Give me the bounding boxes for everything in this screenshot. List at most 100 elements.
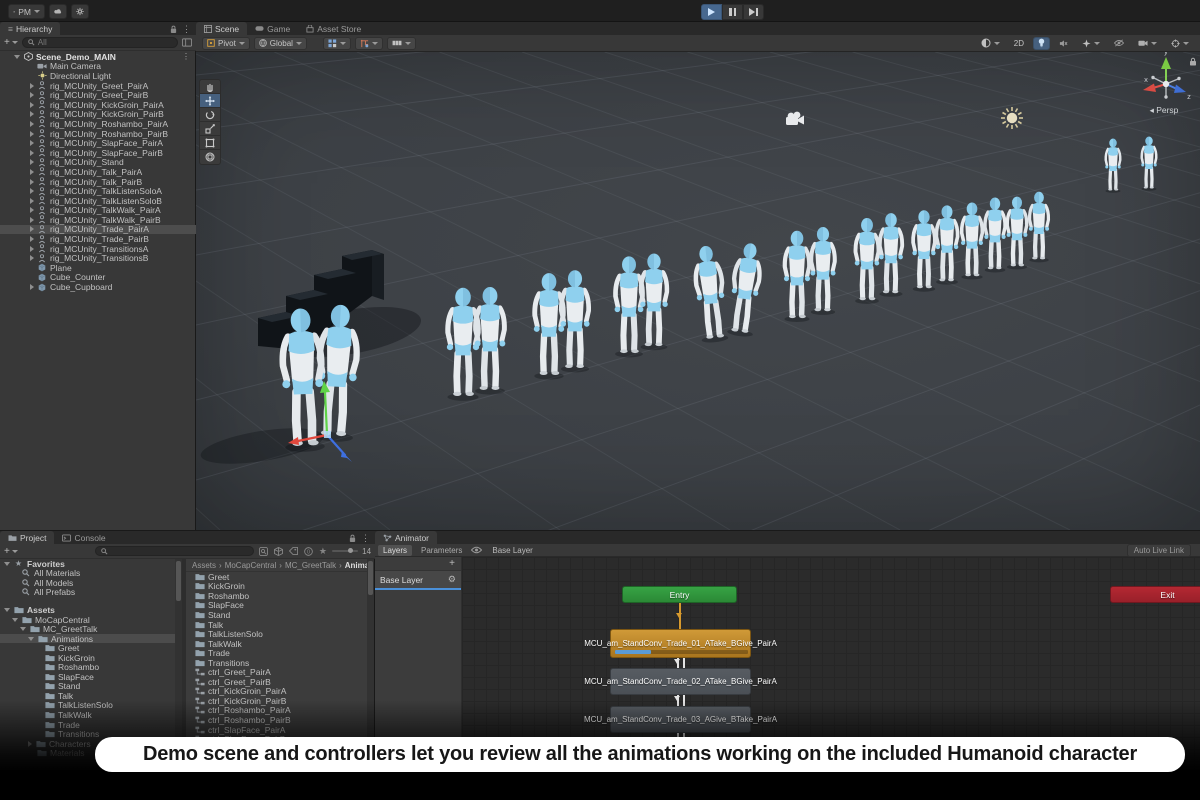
scene-visibility-icon[interactable] [182,38,192,47]
humanoid-figure[interactable] [879,213,903,297]
hierarchy-item-rig_MCUnity_Talk_PairA[interactable]: rig_MCUnity_Talk_PairA [0,167,196,177]
humanoid-figure[interactable] [640,254,668,351]
parameters-tab[interactable]: Parameters [416,545,467,556]
eye-icon[interactable] [471,546,482,554]
hierarchy-item-rig_MCUnity_Trade_PairB[interactable]: rig_MCUnity_Trade_PairB [0,234,196,244]
hierarchy-item-rig_MCUnity_TalkWalk_PairA[interactable]: rig_MCUnity_TalkWalk_PairA [0,206,196,216]
animator-breadcrumb[interactable]: Base Layer [492,546,532,555]
project-file-Greet[interactable]: Greet [186,572,374,582]
project-tree-item-Assets[interactable]: Assets [0,605,182,615]
expander-icon[interactable] [14,55,20,59]
hierarchy-item-rig_MCUnity_Roshambo_PairA[interactable]: rig_MCUnity_Roshambo_PairA [0,119,196,129]
breadcrumb-mc-greettalk[interactable]: MC_GreetTalk [285,561,336,570]
entry-state-node[interactable]: Entry [622,586,737,603]
hierarchy-search-input[interactable]: All [22,37,178,48]
package-icon[interactable] [273,546,284,556]
project-file-Talk[interactable]: Talk [186,620,374,630]
hierarchy-item-rig_MCUnity_Stand[interactable]: rig_MCUnity_Stand [0,158,196,168]
expander-icon[interactable] [30,179,34,185]
expander-icon[interactable] [30,169,34,175]
exit-state-node[interactable]: Exit [1110,586,1200,603]
hierarchy-item-Plane[interactable]: Plane [0,263,196,273]
humanoid-figure[interactable] [1141,137,1157,191]
transform-tool[interactable] [200,150,220,164]
breadcrumb-mocapcentral[interactable]: MoCapCentral [225,561,277,570]
persp-label[interactable]: ◂ Persp [1150,105,1179,115]
draw-mode-button[interactable] [976,37,1005,50]
lock-icon[interactable] [349,534,356,543]
humanoid-figure[interactable] [810,227,835,315]
humanoid-figure[interactable] [534,273,564,379]
expander-icon[interactable] [30,102,34,108]
label-tag-icon[interactable] [288,546,299,556]
project-tree-item-Roshambo[interactable]: Roshambo [0,662,182,672]
project-tree-item-All-Materials[interactable]: All Materials [0,569,182,579]
play-button[interactable] [701,4,722,20]
expander-icon[interactable] [30,198,34,204]
hierarchy-item-Main Camera[interactable]: Main Camera [0,62,196,72]
hierarchy-item-rig_MCUnity_SlapFace_PairB[interactable]: rig_MCUnity_SlapFace_PairB [0,148,196,158]
project-file-Roshambo[interactable]: Roshambo [186,591,374,601]
project-tree-item-All-Models[interactable]: All Models [0,578,182,588]
hierarchy-item-Cube_Counter[interactable]: Cube_Counter [0,273,196,283]
expander-icon[interactable] [30,83,34,89]
expander-icon[interactable] [30,188,34,194]
effects-button[interactable] [1077,37,1105,50]
project-tree-item-Animations[interactable]: Animations [0,634,182,644]
expander-icon[interactable] [30,217,34,223]
project-tree-item-KickGroin[interactable]: KickGroin [0,653,182,663]
expander-icon[interactable] [30,140,34,146]
humanoid-figure[interactable] [1105,139,1121,193]
expander-icon[interactable] [30,121,34,127]
lighting-toggle[interactable] [1033,37,1050,50]
project-file-SlapFace[interactable]: SlapFace [186,601,374,611]
project-tree-item-All-Prefabs[interactable]: All Prefabs [0,588,182,598]
tab-project[interactable]: Project [0,531,54,544]
tab-scene[interactable]: Scene [196,22,247,35]
hierarchy-item-rig_MCUnity_KickGroin_PairB[interactable]: rig_MCUnity_KickGroin_PairB [0,110,196,120]
expander-icon[interactable] [30,159,34,165]
humanoid-figure[interactable] [912,210,935,291]
project-file-TalkWalk[interactable]: TalkWalk [186,639,374,649]
expander-icon[interactable] [12,618,18,622]
project-tree-item-Greet[interactable]: Greet [0,643,182,653]
humanoid-figure[interactable] [855,218,879,304]
create-object-button[interactable]: + [4,37,18,48]
project-file-Stand[interactable]: Stand [186,610,374,620]
project-search-input[interactable] [95,546,254,556]
hierarchy-item-rig_MCUnity_Greet_PairA[interactable]: rig_MCUnity_Greet_PairA [0,81,196,91]
tab-game[interactable]: Game [247,22,298,35]
tool-settings-button[interactable] [387,37,416,50]
hierarchy-item-Directional Light[interactable]: Directional Light [0,71,196,81]
expander-icon[interactable] [30,92,34,98]
expander-icon[interactable] [4,562,10,566]
project-tree-item-Favorites[interactable]: ★Favorites [0,559,182,569]
grid-snap-button[interactable] [323,37,351,50]
hierarchy-item-rig_MCUnity_SlapFace_PairA[interactable]: rig_MCUnity_SlapFace_PairA [0,138,196,148]
project-file-Transitions[interactable]: Transitions [186,658,374,668]
pivot-button[interactable]: Pivot [202,37,250,50]
thumbnail-size-slider[interactable] [332,550,358,552]
hierarchy-scene-root[interactable]: Scene_Demo_MAIN⋮ [0,52,196,62]
expander-icon[interactable] [30,236,34,242]
sun-gizmo-icon[interactable] [1001,107,1023,129]
settings-button[interactable] [71,4,89,19]
humanoid-figure[interactable] [447,288,479,401]
scale-tool[interactable] [200,122,220,136]
project-file-ctrl_Greet_PairB[interactable]: ctrl_Greet_PairB [186,677,374,687]
kebab-menu-icon[interactable]: ⋮ [361,533,370,544]
hierarchy-item-rig_MCUnity_KickGroin_PairA[interactable]: rig_MCUnity_KickGroin_PairA [0,100,196,110]
state-node-trade-02[interactable]: MCU_am_StandConv_Trade_02_ATake_BGive_Pa… [610,668,751,695]
base-layer-item[interactable]: Base Layer ⚙ [375,571,461,588]
audio-toggle[interactable] [1054,37,1073,50]
hierarchy-item-rig_MCUnity_Greet_PairB[interactable]: rig_MCUnity_Greet_PairB [0,90,196,100]
step-button[interactable] [743,4,764,20]
kebab-menu-icon[interactable]: ⋮ [182,24,191,35]
hierarchy-item-rig_MCUnity_Trade_PairA[interactable]: rig_MCUnity_Trade_PairA [0,225,196,235]
hierarchy-item-rig_MCUnity_TalkListenSoloB[interactable]: rig_MCUnity_TalkListenSoloB [0,196,196,206]
project-file-KickGroin[interactable]: KickGroin [186,582,374,592]
project-file-ctrl_Greet_PairA[interactable]: ctrl_Greet_PairA [186,667,374,677]
hierarchy-item-rig_MCUnity_TalkListenSoloA[interactable]: rig_MCUnity_TalkListenSoloA [0,186,196,196]
humanoid-figure[interactable] [560,270,589,372]
rect-tool[interactable] [200,136,220,150]
